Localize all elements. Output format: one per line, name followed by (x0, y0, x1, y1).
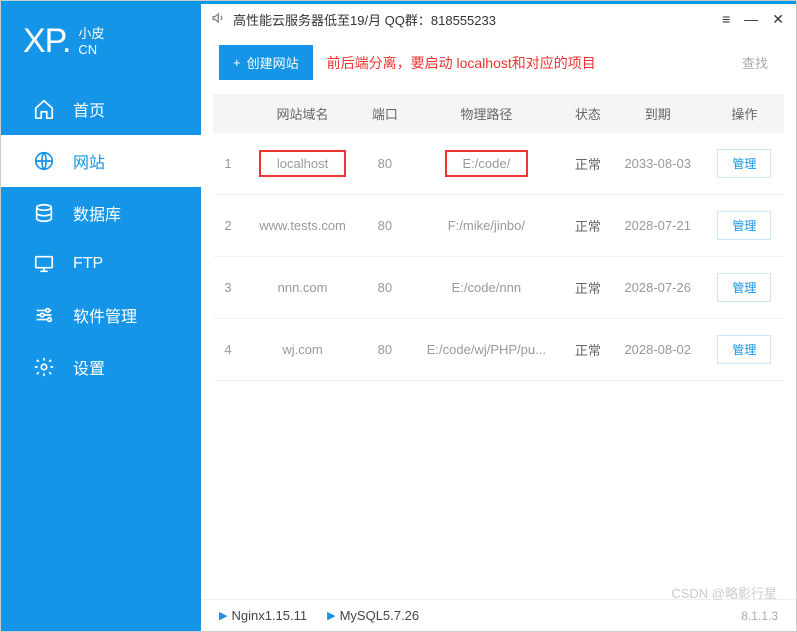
nav: 首页 网站 数据库 FTP 软件管理 设置 (1, 83, 201, 393)
th-expire: 到期 (611, 94, 705, 133)
play-icon: ▶ (219, 609, 227, 622)
th-path: 物理路径 (408, 94, 565, 133)
table-row[interactable]: 4wj.com80E:/code/wj/PHP/pu...正常2028-08-0… (213, 319, 784, 381)
sidebar-item-settings[interactable]: 设置 (1, 341, 201, 393)
cell-expire: 2033-08-03 (611, 133, 705, 195)
cell-action: 管理 (705, 257, 784, 319)
plus-icon: + (233, 55, 241, 70)
manage-button[interactable]: 管理 (717, 149, 771, 178)
logo-sub2: CN (78, 42, 104, 58)
sidebar-item-home[interactable]: 首页 (1, 83, 201, 135)
manage-button[interactable]: 管理 (717, 211, 771, 240)
th-domain: 网站域名 (243, 94, 362, 133)
table-wrap: 网站域名 端口 物理路径 状态 到期 操作 1localhost80E:/cod… (201, 94, 796, 599)
cell-port: 80 (362, 195, 408, 257)
cell-path: E:/code/ (408, 133, 565, 195)
sidebar-item-software[interactable]: 软件管理 (1, 289, 201, 341)
cell-status: 正常 (565, 257, 611, 319)
sidebar-item-label: 设置 (73, 355, 105, 379)
cell-idx: 2 (213, 195, 243, 257)
create-site-button[interactable]: + 创建网站 (219, 45, 313, 80)
cell-path: E:/code/wj/PHP/pu... (408, 319, 565, 381)
table-header: 网站域名 端口 物理路径 状态 到期 操作 (213, 94, 784, 133)
cell-domain: www.tests.com (243, 195, 362, 257)
gear-icon (33, 356, 55, 378)
sites-table: 网站域名 端口 物理路径 状态 到期 操作 1localhost80E:/cod… (213, 94, 784, 381)
manage-button[interactable]: 管理 (717, 273, 771, 302)
content: 高性能云服务器低至19/月 QQ群：818555233 ≡ — ✕ + 创建网站… (201, 4, 796, 631)
announce-text[interactable]: 高性能云服务器低至19/月 QQ群：818555233 (233, 10, 496, 29)
cell-status: 正常 (565, 133, 611, 195)
sidebar-item-label: 首页 (73, 97, 105, 121)
sidebar-item-label: 数据库 (73, 201, 121, 225)
sidebar-item-database[interactable]: 数据库 (1, 187, 201, 239)
toolbar: + 创建网站 前后端分离，要启动 localhost和对应的项目 查找 (201, 35, 796, 94)
globe-icon (33, 150, 55, 172)
sidebar-item-label: 软件管理 (73, 303, 137, 327)
th-action: 操作 (705, 94, 784, 133)
cell-port: 80 (362, 319, 408, 381)
menu-button[interactable]: ≡ (722, 11, 730, 28)
logo-main: XP. (23, 22, 70, 61)
play-icon: ▶ (327, 609, 335, 622)
cell-port: 80 (362, 257, 408, 319)
titlebar: 高性能云服务器低至19/月 QQ群：818555233 ≡ — ✕ (201, 4, 796, 35)
cell-status: 正常 (565, 195, 611, 257)
manage-button[interactable]: 管理 (717, 335, 771, 364)
cell-domain: wj.com (243, 319, 362, 381)
mysql-label: MySQL5.7.26 (340, 608, 420, 623)
cell-action: 管理 (705, 319, 784, 381)
monitor-icon (33, 253, 55, 275)
cell-path: E:/code/nnn (408, 257, 565, 319)
table-body: 1localhost80E:/code/正常2033-08-03管理2www.t… (213, 133, 784, 381)
cell-domain: localhost (243, 133, 362, 195)
th-status: 状态 (565, 94, 611, 133)
cell-expire: 2028-07-21 (611, 195, 705, 257)
version-label: 8.1.1.3 (741, 609, 778, 623)
service-mysql[interactable]: ▶ MySQL5.7.26 (327, 608, 419, 623)
th-port: 端口 (362, 94, 408, 133)
logo: XP. 小皮 CN (1, 4, 201, 83)
th-idx (213, 94, 243, 133)
sidebar-item-label: FTP (73, 255, 103, 273)
table-row[interactable]: 2www.tests.com80F:/mike/jinbo/正常2028-07-… (213, 195, 784, 257)
cell-action: 管理 (705, 195, 784, 257)
footer: ▶ Nginx1.15.11 ▶ MySQL5.7.26 8.1.1.3 (201, 599, 796, 631)
cell-expire: 2028-07-26 (611, 257, 705, 319)
logo-sub1: 小皮 (78, 26, 104, 42)
table-row[interactable]: 1localhost80E:/code/正常2033-08-03 管理 (213, 133, 784, 195)
close-button[interactable]: ✕ (772, 11, 784, 28)
window-controls: ≡ — ✕ (722, 11, 784, 28)
main-row: XP. 小皮 CN 首页 网站 数据库 FTP (1, 4, 796, 631)
announce-icon (211, 10, 227, 29)
logo-sub: 小皮 CN (78, 26, 104, 57)
database-icon (33, 202, 55, 224)
cell-domain: nnn.com (243, 257, 362, 319)
create-label: 创建网站 (247, 53, 299, 72)
sidebar-item-website[interactable]: 网站 (1, 135, 201, 187)
service-nginx[interactable]: ▶ Nginx1.15.11 (219, 608, 307, 623)
cell-path: F:/mike/jinbo/ (408, 195, 565, 257)
cell-idx: 1 (213, 133, 243, 195)
cell-status: 正常 (565, 319, 611, 381)
nginx-label: Nginx1.15.11 (231, 608, 307, 623)
sliders-icon (33, 304, 55, 326)
cell-port: 80 (362, 133, 408, 195)
cell-expire: 2028-08-02 (611, 319, 705, 381)
cell-action: 管理 (705, 133, 784, 195)
sidebar-item-label: 网站 (73, 149, 105, 173)
table-row[interactable]: 3nnn.com80E:/code/nnn正常2028-07-26 管理 (213, 257, 784, 319)
cell-idx: 4 (213, 319, 243, 381)
search-label[interactable]: 查找 (742, 53, 768, 72)
sidebar-item-ftp[interactable]: FTP (1, 239, 201, 289)
minimize-button[interactable]: — (744, 11, 758, 28)
home-icon (33, 98, 55, 120)
warning-text: 前后端分离，要启动 localhost和对应的项目 (327, 53, 596, 73)
cell-idx: 3 (213, 257, 243, 319)
sidebar: XP. 小皮 CN 首页 网站 数据库 FTP (1, 4, 201, 631)
